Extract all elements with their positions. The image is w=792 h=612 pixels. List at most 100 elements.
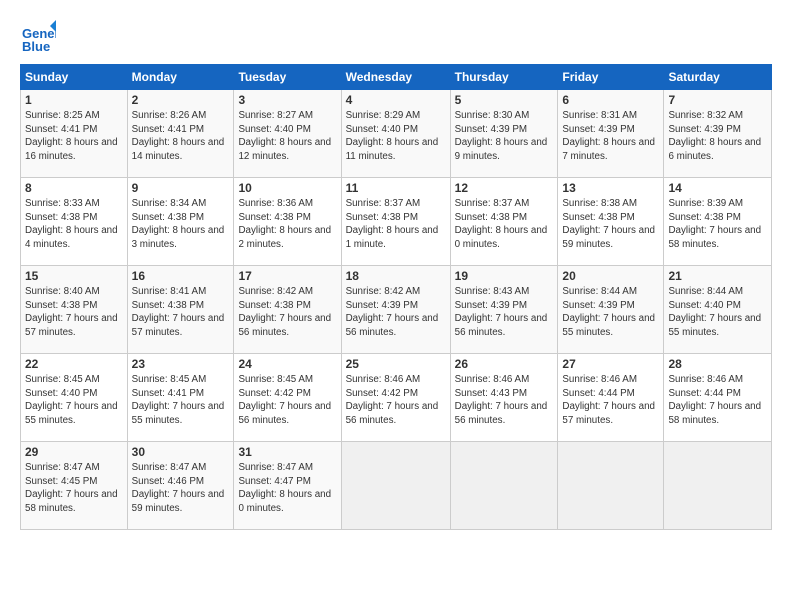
- day-number: 7: [668, 93, 767, 107]
- weekday-header: Thursday: [450, 65, 558, 90]
- weekday-header: Monday: [127, 65, 234, 90]
- calendar-week-row: 1 Sunrise: 8:25 AMSunset: 4:41 PMDaylight…: [21, 90, 772, 178]
- day-number: 23: [132, 357, 230, 371]
- page: General Blue SundayMondayTuesdayWednesda…: [0, 0, 792, 540]
- day-info: Sunrise: 8:36 AMSunset: 4:38 PMDaylight:…: [238, 197, 336, 252]
- calendar-cell: 28 Sunrise: 8:46 AMSunset: 4:44 PMDayligh…: [664, 354, 772, 442]
- weekday-header: Wednesday: [341, 65, 450, 90]
- day-number: 28: [668, 357, 767, 371]
- day-info: Sunrise: 8:45 AMSunset: 4:40 PMDaylight:…: [25, 373, 123, 428]
- day-number: 14: [668, 181, 767, 195]
- day-number: 15: [25, 269, 123, 283]
- day-number: 17: [238, 269, 336, 283]
- day-number: 1: [25, 93, 123, 107]
- day-info: Sunrise: 8:43 AMSunset: 4:39 PMDaylight:…: [455, 285, 554, 340]
- weekday-header: Friday: [558, 65, 664, 90]
- calendar-cell: 29 Sunrise: 8:47 AMSunset: 4:45 PMDayligh…: [21, 442, 128, 530]
- day-number: 30: [132, 445, 230, 459]
- day-info: Sunrise: 8:42 AMSunset: 4:38 PMDaylight:…: [238, 285, 336, 340]
- calendar-cell: 7Sunrise: 8:32 AMSunset: 4:39 PMDaylight…: [664, 90, 772, 178]
- day-number: 25: [346, 357, 446, 371]
- day-info: Sunrise: 8:46 AMSunset: 4:44 PMDaylight:…: [668, 373, 767, 428]
- logo: General Blue: [20, 18, 56, 54]
- calendar-cell: 16 Sunrise: 8:41 AMSunset: 4:38 PMDayligh…: [127, 266, 234, 354]
- day-number: 22: [25, 357, 123, 371]
- day-info: Sunrise: 8:25 AMSunset: 4:41 PMDaylight:…: [25, 109, 123, 164]
- calendar-cell: 20 Sunrise: 8:44 AMSunset: 4:39 PMDayligh…: [558, 266, 664, 354]
- day-info: Sunrise: 8:40 AMSunset: 4:38 PMDaylight:…: [25, 285, 123, 340]
- day-number: 29: [25, 445, 123, 459]
- weekday-header: Tuesday: [234, 65, 341, 90]
- day-info: Sunrise: 8:30 AMSunset: 4:39 PMDaylight:…: [455, 109, 554, 164]
- day-number: 12: [455, 181, 554, 195]
- calendar-cell: 25 Sunrise: 8:46 AMSunset: 4:42 PMDayligh…: [341, 354, 450, 442]
- day-number: 18: [346, 269, 446, 283]
- weekday-header: Sunday: [21, 65, 128, 90]
- day-number: 26: [455, 357, 554, 371]
- day-number: 11: [346, 181, 446, 195]
- calendar-cell: 11 Sunrise: 8:37 AMSunset: 4:38 PMDayligh…: [341, 178, 450, 266]
- calendar-header-row: SundayMondayTuesdayWednesdayThursdayFrid…: [21, 65, 772, 90]
- day-number: 31: [238, 445, 336, 459]
- day-number: 20: [562, 269, 659, 283]
- calendar-cell: 1 Sunrise: 8:25 AMSunset: 4:41 PMDaylight…: [21, 90, 128, 178]
- day-info: Sunrise: 8:47 AMSunset: 4:45 PMDaylight:…: [25, 461, 123, 516]
- day-number: 10: [238, 181, 336, 195]
- calendar-cell: 6 Sunrise: 8:31 AMSunset: 4:39 PMDaylight…: [558, 90, 664, 178]
- calendar-cell: 5 Sunrise: 8:30 AMSunset: 4:39 PMDaylight…: [450, 90, 558, 178]
- calendar-cell: 9Sunrise: 8:34 AMSunset: 4:38 PMDaylight…: [127, 178, 234, 266]
- calendar-cell: 15 Sunrise: 8:40 AMSunset: 4:38 PMDayligh…: [21, 266, 128, 354]
- day-info: Sunrise: 8:37 AMSunset: 4:38 PMDaylight:…: [346, 197, 446, 252]
- calendar-cell: 26 Sunrise: 8:46 AMSunset: 4:43 PMDayligh…: [450, 354, 558, 442]
- day-info: Sunrise: 8:38 AMSunset: 4:38 PMDaylight:…: [562, 197, 659, 252]
- day-number: 4: [346, 93, 446, 107]
- calendar-cell: 17 Sunrise: 8:42 AMSunset: 4:38 PMDayligh…: [234, 266, 341, 354]
- calendar-week-row: 15 Sunrise: 8:40 AMSunset: 4:38 PMDayligh…: [21, 266, 772, 354]
- day-info: Sunrise: 8:44 AMSunset: 4:39 PMDaylight:…: [562, 285, 659, 340]
- logo-icon: General Blue: [20, 18, 56, 54]
- day-info: Sunrise: 8:27 AMSunset: 4:40 PMDaylight:…: [238, 109, 336, 164]
- calendar-cell: 2 Sunrise: 8:26 AMSunset: 4:41 PMDaylight…: [127, 90, 234, 178]
- day-info: Sunrise: 8:46 AMSunset: 4:43 PMDaylight:…: [455, 373, 554, 428]
- svg-text:Blue: Blue: [22, 39, 50, 54]
- day-number: 6: [562, 93, 659, 107]
- calendar-cell: 12Sunrise: 8:37 AMSunset: 4:38 PMDayligh…: [450, 178, 558, 266]
- day-info: Sunrise: 8:29 AMSunset: 4:40 PMDaylight:…: [346, 109, 446, 164]
- calendar-week-row: 22 Sunrise: 8:45 AMSunset: 4:40 PMDayligh…: [21, 354, 772, 442]
- calendar-cell: 14 Sunrise: 8:39 AMSunset: 4:38 PMDayligh…: [664, 178, 772, 266]
- day-number: 8: [25, 181, 123, 195]
- day-number: 24: [238, 357, 336, 371]
- day-number: 16: [132, 269, 230, 283]
- calendar-cell: 3Sunrise: 8:27 AMSunset: 4:40 PMDaylight…: [234, 90, 341, 178]
- calendar-week-row: 8 Sunrise: 8:33 AMSunset: 4:38 PMDaylight…: [21, 178, 772, 266]
- day-info: Sunrise: 8:47 AMSunset: 4:46 PMDaylight:…: [132, 461, 230, 516]
- day-info: Sunrise: 8:46 AMSunset: 4:42 PMDaylight:…: [346, 373, 446, 428]
- day-info: Sunrise: 8:46 AMSunset: 4:44 PMDaylight:…: [562, 373, 659, 428]
- calendar-cell: 22 Sunrise: 8:45 AMSunset: 4:40 PMDayligh…: [21, 354, 128, 442]
- day-info: Sunrise: 8:31 AMSunset: 4:39 PMDaylight:…: [562, 109, 659, 164]
- calendar-cell: [450, 442, 558, 530]
- day-info: Sunrise: 8:33 AMSunset: 4:38 PMDaylight:…: [25, 197, 123, 252]
- day-number: 2: [132, 93, 230, 107]
- calendar-cell: 4 Sunrise: 8:29 AMSunset: 4:40 PMDaylight…: [341, 90, 450, 178]
- day-info: Sunrise: 8:42 AMSunset: 4:39 PMDaylight:…: [346, 285, 446, 340]
- day-number: 13: [562, 181, 659, 195]
- calendar-cell: [558, 442, 664, 530]
- day-info: Sunrise: 8:45 AMSunset: 4:42 PMDaylight:…: [238, 373, 336, 428]
- day-info: Sunrise: 8:34 AMSunset: 4:38 PMDaylight:…: [132, 197, 230, 252]
- calendar-cell: 13 Sunrise: 8:38 AMSunset: 4:38 PMDayligh…: [558, 178, 664, 266]
- day-number: 19: [455, 269, 554, 283]
- day-number: 5: [455, 93, 554, 107]
- calendar-cell: 18 Sunrise: 8:42 AMSunset: 4:39 PMDayligh…: [341, 266, 450, 354]
- calendar-cell: 8 Sunrise: 8:33 AMSunset: 4:38 PMDaylight…: [21, 178, 128, 266]
- calendar-cell: 31 Sunrise: 8:47 AMSunset: 4:47 PMDayligh…: [234, 442, 341, 530]
- day-info: Sunrise: 8:26 AMSunset: 4:41 PMDaylight:…: [132, 109, 230, 164]
- calendar-cell: 24 Sunrise: 8:45 AMSunset: 4:42 PMDayligh…: [234, 354, 341, 442]
- day-info: Sunrise: 8:41 AMSunset: 4:38 PMDaylight:…: [132, 285, 230, 340]
- calendar-cell: [664, 442, 772, 530]
- calendar-cell: 23Sunrise: 8:45 AMSunset: 4:41 PMDayligh…: [127, 354, 234, 442]
- day-number: 21: [668, 269, 767, 283]
- day-info: Sunrise: 8:47 AMSunset: 4:47 PMDaylight:…: [238, 461, 336, 516]
- day-number: 27: [562, 357, 659, 371]
- day-info: Sunrise: 8:39 AMSunset: 4:38 PMDaylight:…: [668, 197, 767, 252]
